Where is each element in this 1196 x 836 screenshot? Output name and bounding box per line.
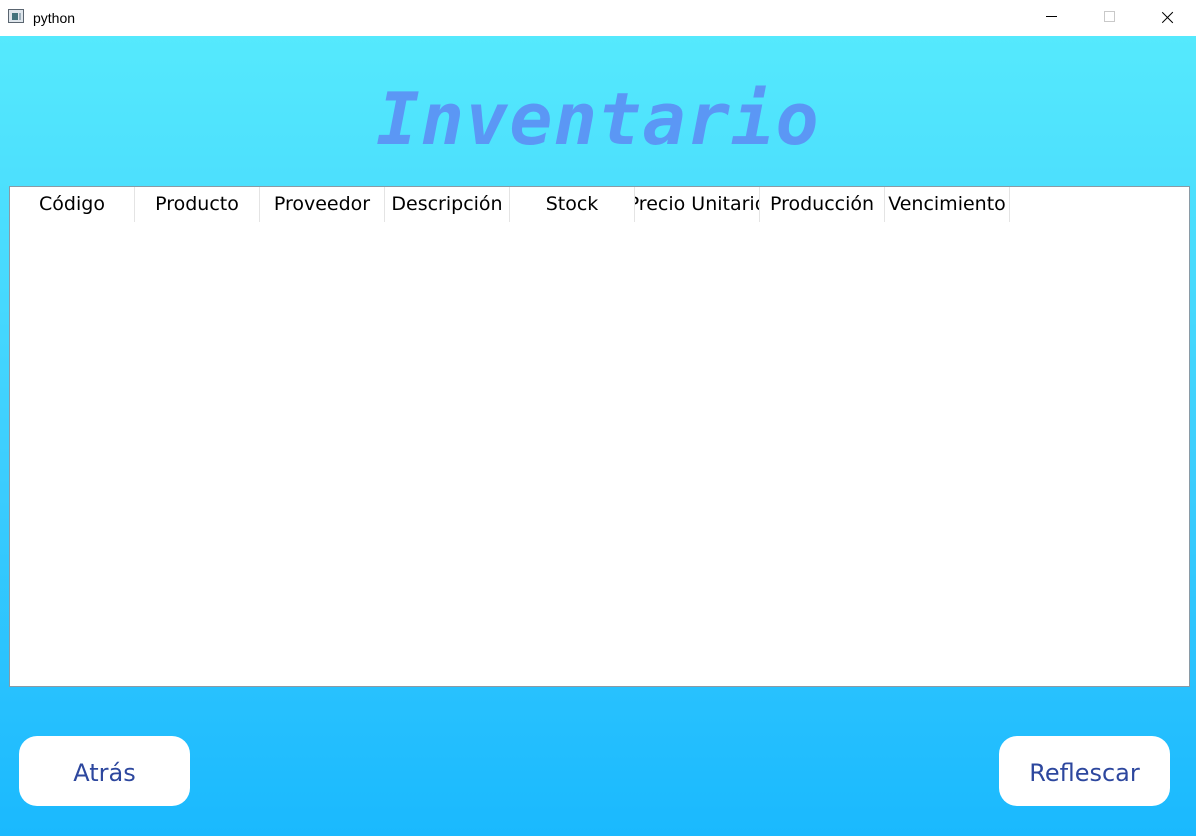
column-header-label: Precio Unitario (635, 193, 760, 215)
minimize-icon (1046, 16, 1057, 17)
app-window: python Inventario Código Producto Provee… (0, 0, 1196, 836)
column-header-label: Código (39, 193, 105, 215)
main-content: Inventario Código Producto Proveedor Des… (0, 36, 1196, 836)
column-header-producto[interactable]: Producto (135, 187, 260, 222)
page-title: Inventario (376, 77, 820, 161)
column-header-descripcion[interactable]: Descripción (385, 187, 510, 222)
column-header-label: Vencimiento (888, 193, 1006, 215)
column-header-label: Producto (155, 193, 239, 215)
column-header-label: Proveedor (273, 193, 371, 215)
column-header-stock[interactable]: Stock (510, 187, 635, 222)
column-header-proveedor[interactable]: Proveedor (260, 187, 385, 222)
python-window-icon (8, 9, 24, 23)
close-button[interactable] (1139, 0, 1196, 34)
column-header-precio-unitario[interactable]: Precio Unitario (635, 187, 760, 222)
refresh-button[interactable]: Reflescar (999, 736, 1170, 806)
back-button[interactable]: Atrás (19, 736, 190, 806)
minimize-button[interactable] (1023, 0, 1081, 34)
maximize-button[interactable] (1081, 0, 1139, 34)
table-header-row: Código Producto Proveedor Descripción St… (10, 187, 1010, 222)
column-header-vencimiento[interactable]: Vencimiento (885, 187, 1010, 222)
column-header-label: Producción (769, 193, 875, 215)
column-header-produccion[interactable]: Producción (760, 187, 885, 222)
maximize-icon (1104, 11, 1115, 22)
window-title: python (33, 10, 76, 26)
inventory-table[interactable]: Código Producto Proveedor Descripción St… (9, 186, 1190, 687)
close-icon (1161, 11, 1174, 24)
title-bar[interactable]: python (0, 0, 1196, 36)
column-header-label: Stock (545, 193, 599, 215)
column-header-codigo[interactable]: Código (10, 187, 135, 222)
column-header-label: Descripción (391, 193, 503, 215)
